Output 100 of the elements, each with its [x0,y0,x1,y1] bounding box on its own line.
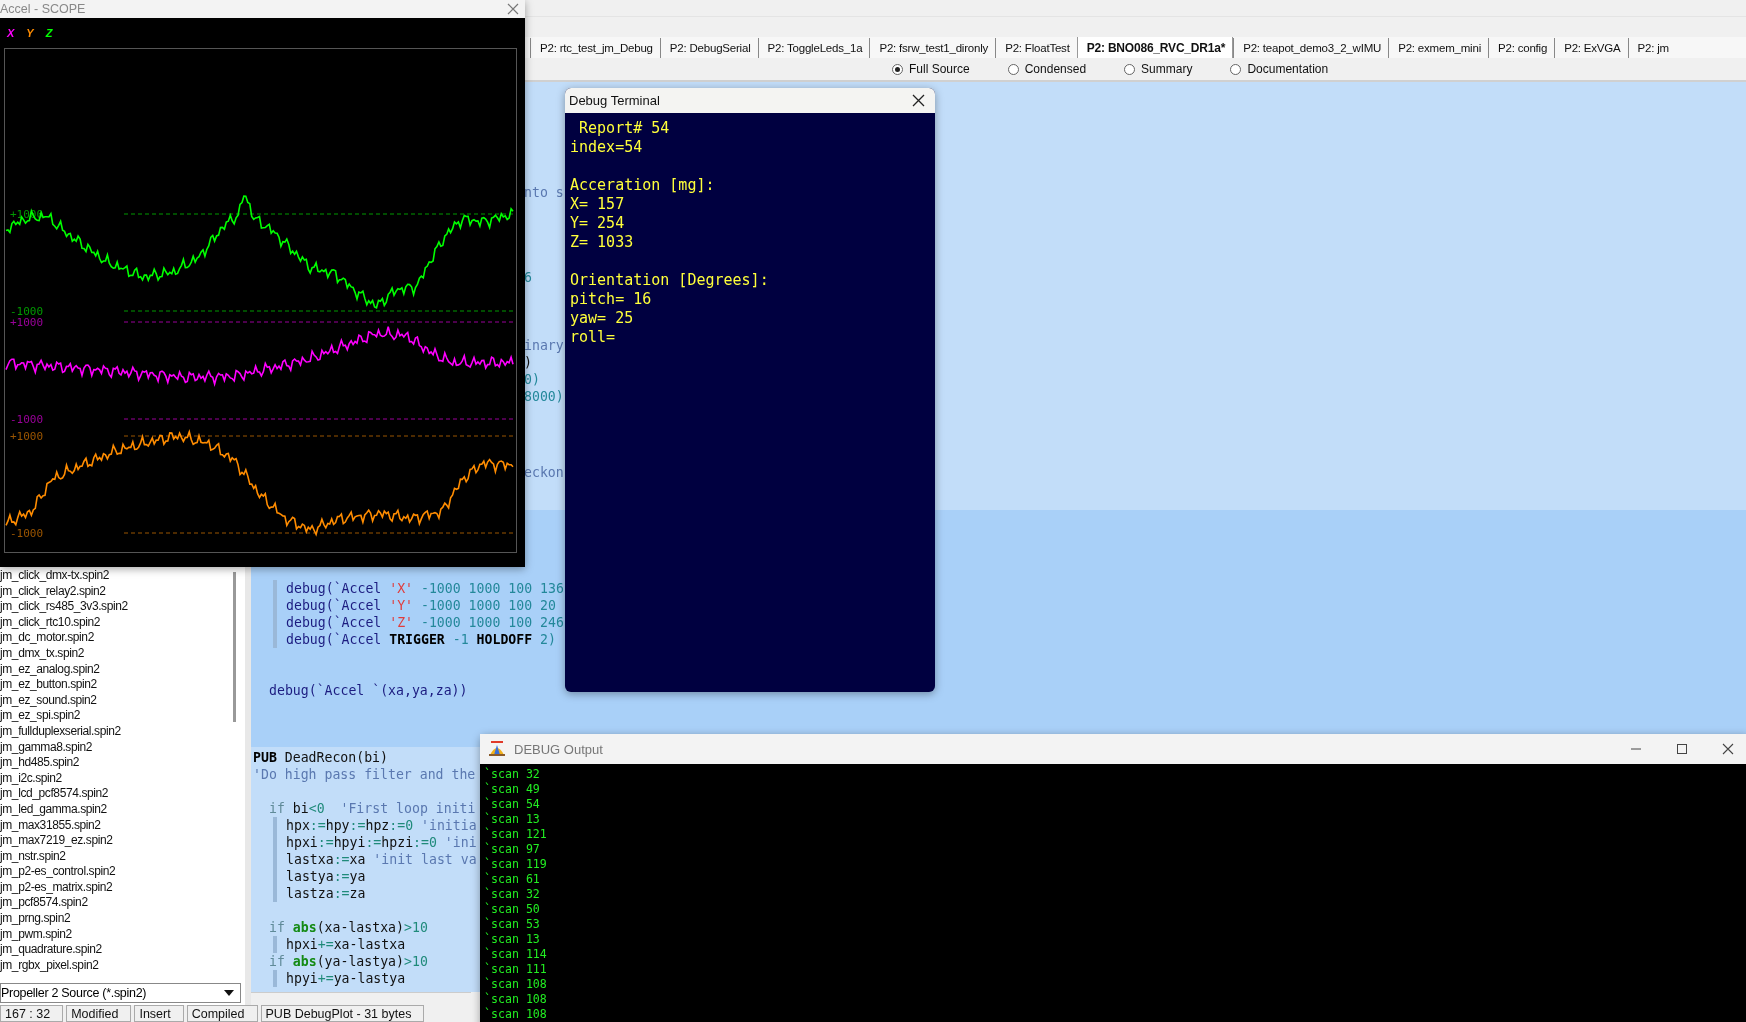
output-line: `scan 97 [484,842,541,857]
code-fragment: 8000) [524,388,564,405]
maximize-icon[interactable] [1676,743,1688,755]
code-line: PUB DeadRecon(bi) [252,749,388,766]
terminal-line: Y= 254 [570,214,626,233]
tick-label: -1000 [10,413,44,426]
view-option-radio[interactable]: Condensed [1007,62,1087,76]
file-item[interactable]: jm_hd485.spin2 [0,755,245,771]
tick-label: -1000 [10,305,44,318]
code-fragment: 6 [524,269,532,286]
terminal-line: Orientation [Degrees]: [570,271,770,290]
code-line: debug(`Accel `(xa,ya,za)) [268,682,468,699]
terminal-line: Acceration [mg]: [570,176,716,195]
file-item[interactable]: jm_p2-es_matrix.spin2 [0,879,245,896]
file-tab[interactable]: P2: BNO086_RVC_DR1a* [1076,37,1234,58]
file-type-dropdown[interactable]: Propeller 2 Source (*.spin2) [0,983,241,1003]
code-line: if bi<0 'First loop initi [268,800,476,817]
terminal-line: index=54 [570,138,644,157]
output-line: `scan 53 [484,917,541,932]
code-line: if abs(ya-lastya)>10 [268,953,428,970]
output-line: `scan 114 [484,947,548,962]
output-line: `scan 49 [484,782,541,797]
file-item[interactable]: jm_dc_motor.spin2 [0,630,245,646]
tick-label: -1000 [10,527,44,540]
dropdown-arrow-icon [224,990,234,996]
file-item[interactable]: jm_nstr.spin2 [0,848,245,865]
file-item[interactable]: jm_dmx_tx.spin2 [0,645,245,662]
file-item[interactable]: jm_pcf8574.spin2 [0,895,245,912]
file-item[interactable]: jm_led_gamma.spin2 [0,801,245,818]
tick-label: +1000 [10,316,44,329]
file-item[interactable]: jm_click_rs485_3v3.spin2 [0,599,245,615]
code-line: lastza:=za [273,885,366,902]
window-title: Accel - SCOPE [0,2,86,16]
window-title: Debug Terminal [569,93,660,108]
file-item[interactable]: jm_click_relay2.spin2 [0,583,245,600]
terminal-line: Report# 54 [578,119,671,138]
file-item[interactable]: jm_rgbx_pixel.spin2 [0,957,245,974]
close-icon[interactable] [1722,743,1734,755]
terminal-line: pitch= 16 [570,290,653,309]
file-item[interactable]: jm_gamma8.spin2 [0,739,245,756]
terminal-line: roll= [570,328,617,347]
code-line: debug(`Accel 'Y' -1000 1000 100 20 [273,597,556,614]
file-item[interactable]: jm_prng.spin2 [0,911,245,927]
code-line: lastya:=ya [273,868,366,885]
code-line: hpxi+=xa-lastxa [273,936,406,953]
output-line: `scan 108 [484,992,548,1007]
code-line: if abs(xa-lastxa)>10 [268,919,428,936]
code-fragment: 0) [524,371,540,388]
terminal-line: yaw= 25 [570,309,635,328]
code-fragment: nto s [524,184,564,201]
output-line: `scan 111 [484,962,548,977]
output-line: `scan 32 [484,887,541,902]
output-line: `scan 121 [484,827,548,842]
legend-label: X [7,27,15,39]
output-line: `scan 50 [484,902,541,917]
file-item[interactable]: jm_ez_button.spin2 [0,677,245,693]
file-item[interactable]: jm_i2c.spin2 [0,770,245,787]
status-panel: 167 : 32 [0,1005,64,1022]
terminal-line: Z= 1033 [570,233,635,252]
file-item[interactable]: jm_click_dmx-tx.spin2 [0,568,245,584]
view-option-radio[interactable]: Documentation [1230,62,1329,76]
file-item[interactable]: jm_click_rtc10.spin2 [0,614,245,631]
view-option-radio[interactable]: Summary [1124,62,1193,76]
legend-label: Z [45,27,53,39]
file-item[interactable]: jm_pwm.spin2 [0,926,245,943]
output-line: `scan 13 [484,932,541,947]
file-item[interactable]: jm_fullduplexserial.spin2 [0,723,245,740]
output-line: `scan 61 [484,872,541,887]
view-option-radio[interactable]: Full Source [892,62,970,76]
code-fragment: inary [524,337,564,354]
code-line: hpyi+=ya-lastya [273,970,406,987]
code-line: 'Do high pass filter and the [252,766,476,783]
file-item[interactable]: jm_quadrature.spin2 [0,942,245,958]
window-title: DEBUG Output [514,741,603,757]
code-line: hpx:=hpy:=hpz:=0 'initia [273,817,477,834]
file-item[interactable]: jm_ez_analog.spin2 [0,661,245,678]
file-item[interactable]: jm_ez_spi.spin2 [0,708,245,724]
file-item[interactable]: jm_max7219_ez.spin2 [0,833,245,849]
output-line: `scan 108 [484,977,548,992]
code-line: debug(`Accel TRIGGER -1 HOLDOFF 2) [273,631,556,648]
tick-label: +1000 [10,430,44,443]
output-line: `scan 13 [484,812,541,827]
file-item[interactable]: jm_max31855.spin2 [0,817,245,834]
app-icon [488,741,506,757]
code-fragment: eckon [524,464,564,481]
code-line: lastxa:=xa 'init last va [273,851,477,868]
status-panel: Compiled [186,1005,258,1022]
output-line: `scan 32 [484,767,541,782]
status-panel: Modified [66,1005,132,1022]
file-item[interactable]: jm_lcd_pcf8574.spin2 [0,786,245,802]
legend-label: Y [26,27,34,39]
close-icon[interactable] [912,94,925,107]
code-line: hpxi:=hpyi:=hpzi:=0 'ini [273,834,477,851]
file-item[interactable]: jm_p2-es_control.spin2 [0,864,245,880]
output-line: `scan 108 [484,1007,548,1022]
output-line: `scan 54 [484,797,541,812]
file-item[interactable]: jm_ez_sound.spin2 [0,692,245,709]
status-panel: Insert [134,1005,184,1022]
terminal-line: X= 157 [570,195,626,214]
output-line: `scan 119 [484,857,548,872]
